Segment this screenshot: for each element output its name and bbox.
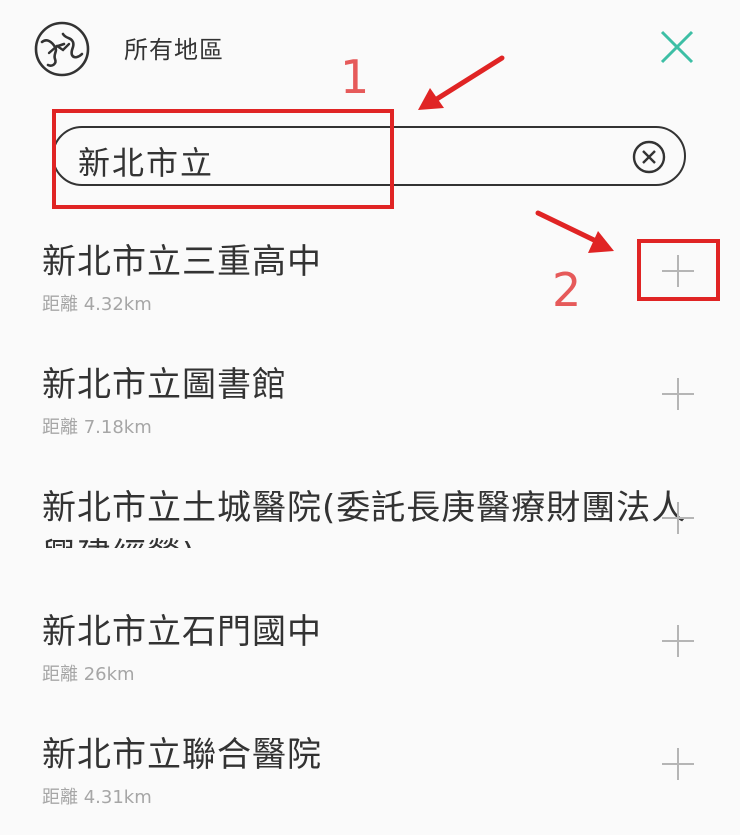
- header-title: 所有地區: [124, 36, 224, 64]
- result-name: 新北市立土城醫院(委託長庚醫療財團法人: [42, 488, 687, 528]
- result-name: 新北市立聯合醫院: [42, 735, 322, 775]
- result-item[interactable]: 新北市立土城醫院(委託長庚醫療財團法人 興建經營): [0, 466, 740, 590]
- result-name: 新北市立圖書館: [42, 365, 287, 405]
- result-item[interactable]: 新北市立圖書館 距離 7.18km: [0, 343, 740, 465]
- add-icon[interactable]: [660, 376, 696, 412]
- result-distance: 距離 26km: [42, 664, 135, 685]
- add-icon[interactable]: [660, 623, 696, 659]
- annotation-box-add: [637, 239, 720, 301]
- annotation-number-2: 2: [552, 263, 582, 317]
- close-icon[interactable]: [655, 25, 699, 69]
- globe-icon: [34, 21, 90, 77]
- result-distance: 距離 4.31km: [42, 787, 152, 808]
- result-name-line2: 興建經營): [42, 528, 196, 548]
- result-item[interactable]: 新北市立石門國中 距離 26km: [0, 590, 740, 712]
- result-item[interactable]: 新北市立三重高中 距離 4.32km: [0, 220, 740, 342]
- clear-circle-icon[interactable]: [632, 140, 666, 174]
- annotation-box-search: [52, 109, 394, 209]
- result-item[interactable]: 新北市立聯合醫院 距離 4.31km: [0, 713, 740, 835]
- result-distance: 距離 4.32km: [42, 294, 152, 315]
- result-name: 新北市立三重高中: [42, 242, 322, 282]
- result-name: 新北市立石門國中: [42, 612, 322, 652]
- annotation-number-1: 1: [340, 50, 370, 104]
- add-icon[interactable]: [660, 500, 696, 536]
- result-distance: 距離 7.18km: [42, 417, 152, 438]
- annotation-arrow-icon: [535, 210, 614, 253]
- annotation-arrow-icon: [418, 55, 505, 110]
- add-icon[interactable]: [660, 746, 696, 782]
- header: 所有地區: [0, 0, 740, 96]
